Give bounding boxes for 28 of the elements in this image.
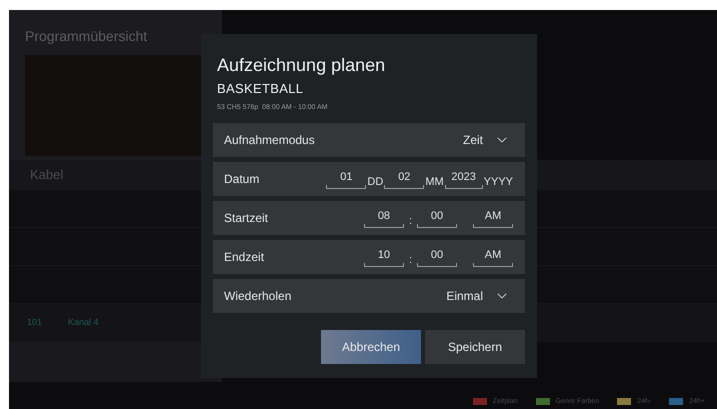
input-field[interactable]: 02 (384, 168, 424, 188)
row-label: Startzeit (224, 210, 268, 226)
input-field[interactable]: 2023 (444, 168, 483, 188)
program-title: BASKETBALL (216, 80, 304, 98)
unit-label: DD (367, 176, 384, 188)
input-field[interactable]: AM (473, 208, 513, 228)
channel-number: 101 (27, 316, 42, 330)
input-field[interactable]: 08 (364, 208, 404, 228)
input-field[interactable]: AM (473, 246, 513, 266)
row-label: Datum (224, 170, 260, 188)
dropdown-button[interactable]: Einmal (446, 286, 513, 304)
unit-label: MM (425, 176, 444, 188)
time-separator: : (408, 216, 412, 228)
row-label: Aufnahmemodus (224, 132, 315, 148)
row-label: Wiederholen (224, 288, 292, 304)
input-field[interactable]: 10 (364, 246, 404, 266)
panel-title: Programmübersicht (25, 27, 148, 46)
time-separator: : (408, 254, 412, 266)
save-button[interactable]: Speichern (425, 330, 525, 364)
input-field[interactable]: 00 (417, 208, 457, 228)
dropdown-button[interactable]: Zeit (462, 130, 513, 148)
row-label: Endzeit (224, 248, 264, 266)
dialog-title: Aufzeichnung planen (216, 54, 386, 76)
input-field[interactable]: 01 (326, 168, 366, 188)
input-field[interactable]: 00 (417, 246, 457, 266)
channel-name: Kanal 4 (68, 316, 99, 330)
cancel-button[interactable]: Abbrechen (321, 330, 421, 364)
unit-label: YYYY (484, 176, 513, 188)
